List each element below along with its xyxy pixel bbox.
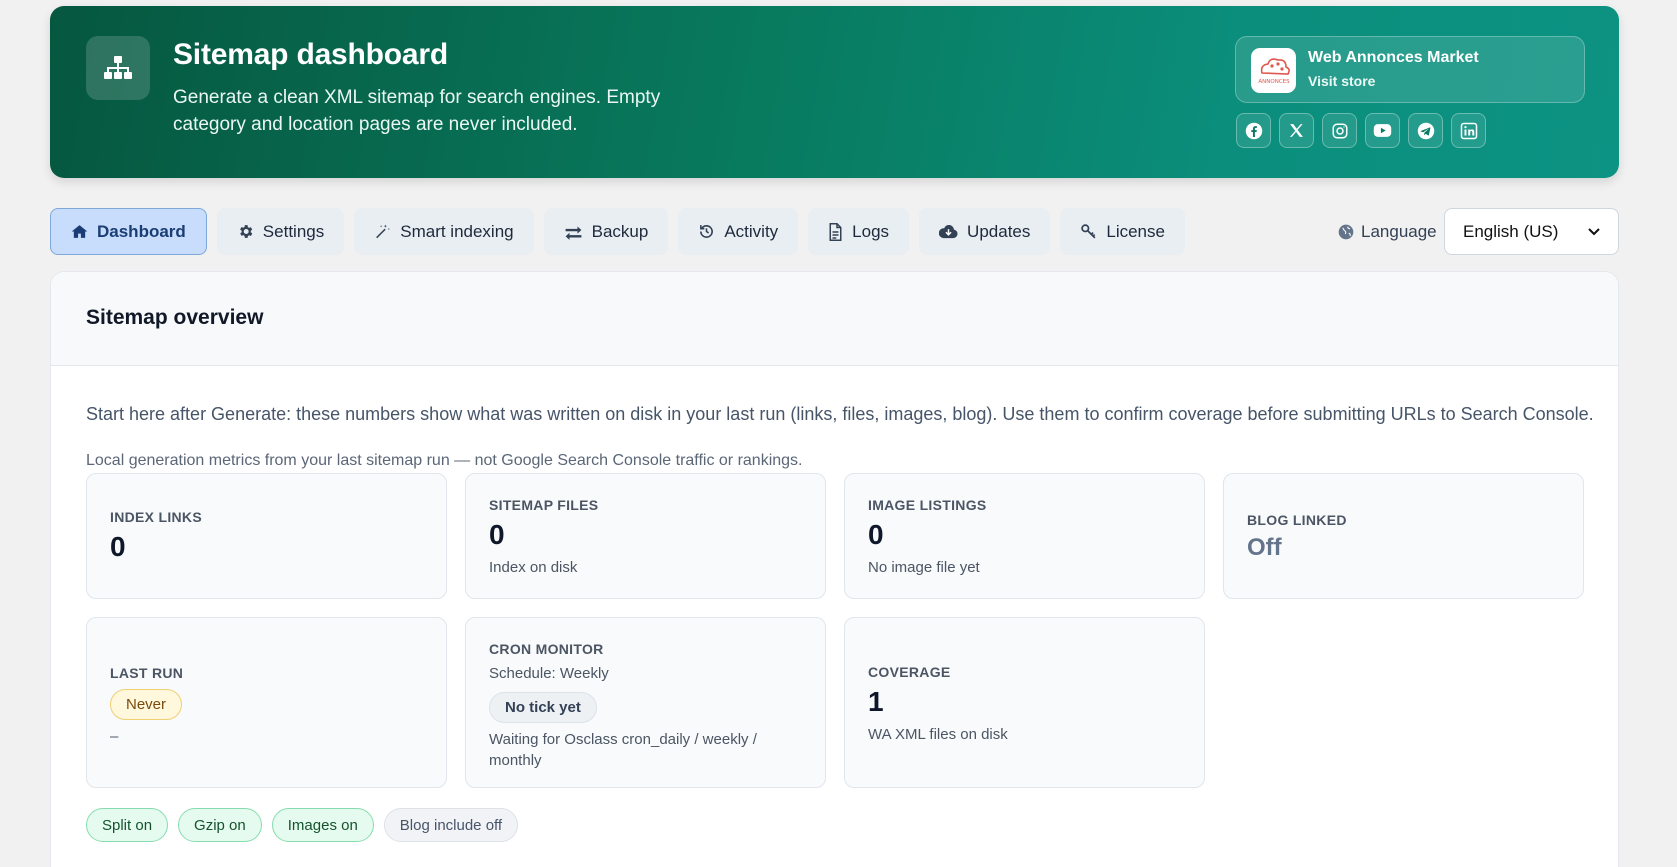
- cloud-download-icon: [939, 225, 958, 239]
- swap-arrows-icon: [565, 225, 582, 240]
- chip-images: Images on: [271, 808, 374, 842]
- history-icon: [700, 225, 714, 238]
- status-badge: No tick yet: [489, 692, 597, 723]
- tab-label: Activity: [724, 221, 779, 241]
- status-badge: Never: [110, 689, 183, 720]
- store-logo: ANNONCES: [1251, 48, 1296, 93]
- tab-logs[interactable]: Logs: [808, 208, 910, 255]
- header-banner: Sitemap dashboard Generate a clean XML s…: [50, 6, 1619, 178]
- linkedin-icon[interactable]: [1451, 113, 1486, 148]
- language-select[interactable]: English (US): [1444, 208, 1619, 255]
- tab-backup[interactable]: Backup: [543, 208, 669, 255]
- visit-store-link[interactable]: Visit store: [1308, 73, 1375, 89]
- tab-settings[interactable]: Settings: [216, 208, 345, 255]
- tab-smart-indexing[interactable]: Smart indexing: [354, 208, 534, 255]
- panel-title: Sitemap overview: [51, 272, 1618, 366]
- sitemap-icon: [86, 36, 150, 100]
- instagram-icon[interactable]: [1322, 113, 1357, 148]
- overview-note: Local generation metrics from your last …: [86, 452, 803, 469]
- card-blog-linked: BLOG LINKED Off: [1223, 473, 1584, 599]
- tab-label: Smart indexing: [400, 221, 514, 241]
- index-links-value: 0: [110, 531, 126, 562]
- sitemap-overview-panel: Sitemap overview Start here after Genera…: [50, 271, 1619, 867]
- tab-label: Logs: [852, 221, 890, 241]
- tab-activity[interactable]: Activity: [678, 208, 799, 255]
- document-icon: [829, 222, 842, 241]
- store-name: Web Annonces Market: [1308, 49, 1479, 66]
- nav-tabs: Dashboard Settings Smart indexing Backup…: [50, 208, 1185, 255]
- tab-label: License: [1106, 221, 1165, 241]
- globe-icon: [1338, 224, 1354, 239]
- card-coverage: COVERAGE 1 WA XML files on disk: [844, 617, 1205, 788]
- store-card[interactable]: ANNONCES Web Annonces Market Visit store: [1235, 36, 1585, 103]
- tab-updates[interactable]: Updates: [919, 208, 1051, 255]
- x-icon[interactable]: [1279, 113, 1314, 148]
- card-last-run: LAST RUN Never –: [86, 617, 447, 788]
- tab-dashboard[interactable]: Dashboard: [50, 208, 207, 255]
- card-image-listings: IMAGE LISTINGS 0 No image file yet: [844, 473, 1205, 599]
- feature-chips: Split on Gzip on Images on Blog include …: [86, 808, 519, 842]
- telegram-icon[interactable]: [1408, 113, 1443, 148]
- card-index-links: INDEX LINKS 0: [86, 473, 447, 599]
- key-icon: [1081, 224, 1096, 239]
- tab-license[interactable]: License: [1060, 208, 1185, 255]
- facebook-icon[interactable]: [1236, 113, 1271, 148]
- coverage-value: 1: [868, 686, 884, 717]
- tab-label: Dashboard: [97, 221, 186, 241]
- tab-label: Updates: [967, 221, 1031, 241]
- tab-label: Settings: [262, 221, 325, 241]
- card-cron-monitor: CRON MONITOR Schedule: Weekly No tick ye…: [465, 617, 826, 788]
- chevron-down-icon: [1588, 227, 1600, 235]
- magic-wand-icon: [376, 224, 391, 239]
- social-links: [1236, 113, 1486, 148]
- gear-icon: [239, 225, 253, 238]
- youtube-icon[interactable]: [1365, 113, 1400, 148]
- language-label: Language: [1338, 208, 1437, 255]
- store-logo-text: ANNONCES: [1258, 79, 1290, 85]
- home-icon: [71, 225, 88, 238]
- chip-gzip: Gzip on: [178, 808, 262, 842]
- overview-intro: Start here after Generate: these numbers…: [86, 404, 1594, 424]
- chip-split: Split on: [86, 808, 169, 842]
- blog-linked-value: Off: [1247, 534, 1282, 561]
- tab-label: Backup: [591, 221, 649, 241]
- page-subtitle: Generate a clean XML sitemap for search …: [173, 87, 661, 135]
- sitemap-files-value: 0: [489, 519, 505, 550]
- language-selected: English (US): [1463, 221, 1559, 241]
- image-listings-value: 0: [868, 519, 884, 550]
- card-sitemap-files: SITEMAP FILES 0 Index on disk: [465, 473, 826, 599]
- page-title: Sitemap dashboard: [173, 38, 448, 71]
- chip-blog: Blog include off: [383, 808, 519, 842]
